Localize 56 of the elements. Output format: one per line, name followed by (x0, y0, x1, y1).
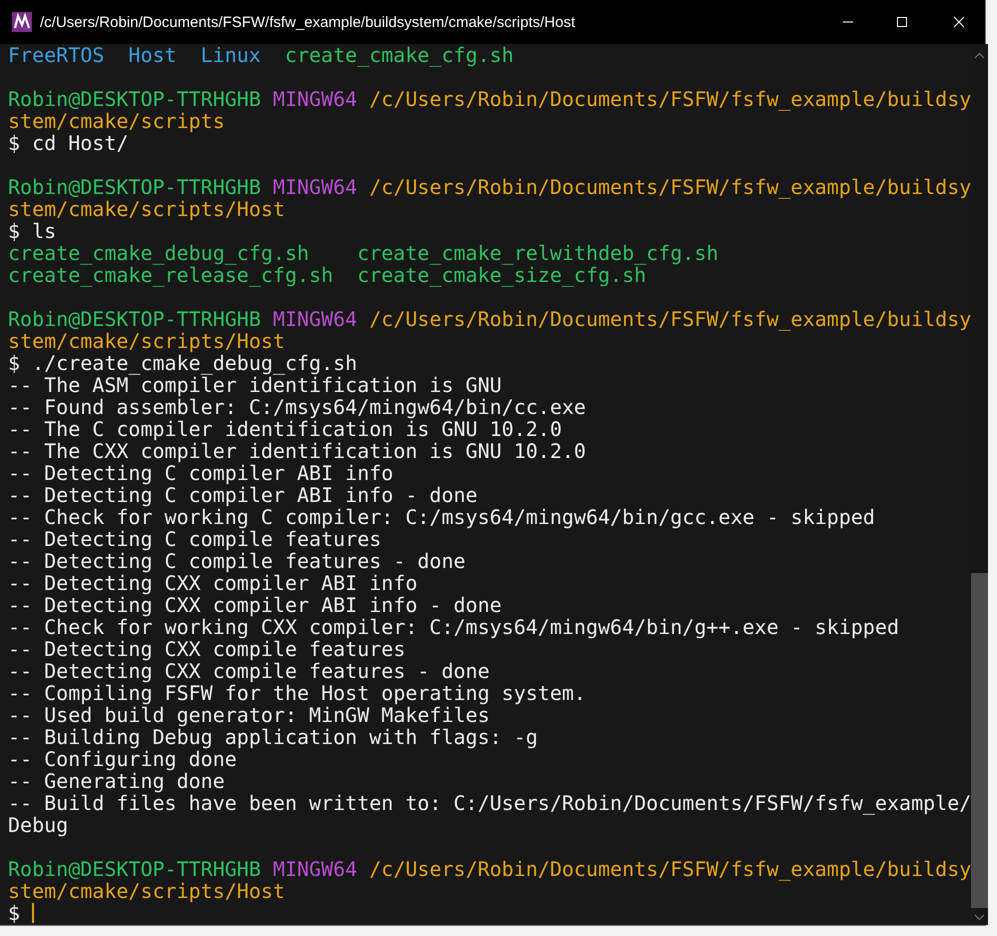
file-name: create_cmake_size_cfg.sh (357, 264, 646, 286)
terminal-text: -- Detecting C compiler ABI info - done (8, 484, 478, 506)
prompt-path: /c/Users/Robin/Documents/FSFW/fsfw_example/buildsy (369, 858, 972, 880)
prompt-user: Robin@DESKTOP-TTRHGHB (8, 88, 261, 110)
prompt-path: stem/cmake/scripts/Host (8, 198, 285, 220)
prompt-path: /c/Users/Robin/Documents/FSFW/fsfw_example/buildsy (369, 308, 972, 330)
terminal-text: -- Generating done (8, 770, 225, 792)
prompt-user: Robin@DESKTOP-TTRHGHB (8, 176, 261, 198)
scrollbar-thumb[interactable] (971, 573, 988, 908)
terminal-text: -- Detecting C compiler ABI info (8, 462, 394, 484)
terminal-text: -- Detecting CXX compiler ABI info - done (8, 594, 502, 616)
prompt-path: stem/cmake/scripts/Host (8, 880, 285, 902)
file-name: create_cmake_debug_cfg.sh (8, 242, 310, 264)
scroll-down-icon[interactable] (974, 914, 986, 921)
terminal-text: Debug (8, 814, 68, 836)
app-logo-icon (12, 12, 32, 32)
prompt-system: MINGW64 (272, 858, 358, 880)
terminal-text: -- The C compiler identification is GNU 10.2.0 (8, 418, 562, 440)
prompt-path: stem/cmake/scripts (8, 110, 225, 132)
prompt-user: Robin@DESKTOP-TTRHGHB (8, 858, 261, 880)
terminal-text: -- Check for working CXX compiler: C:/msys64/mingw64/bin/g++.exe - skipped (8, 616, 900, 638)
terminal-text: $ ./create_cmake_debug_cfg.sh (8, 352, 358, 374)
prompt-system: MINGW64 (272, 308, 358, 330)
prompt-path: /c/Users/Robin/Documents/FSFW/fsfw_example/buildsy (369, 88, 972, 110)
scroll-up-icon[interactable] (974, 52, 986, 59)
terminal-text: -- Detecting CXX compile features (8, 638, 406, 660)
terminal-text: -- Used build generator: MinGW Makefiles (8, 704, 490, 726)
terminal-text: -- Configuring done (8, 748, 237, 770)
prompt-user: Robin@DESKTOP-TTRHGHB (8, 308, 261, 330)
prompt-system: MINGW64 (272, 176, 358, 198)
terminal-text: -- The ASM compiler identification is GNU (8, 374, 502, 396)
terminal-text: -- Building Debug application with flags: -g (8, 726, 538, 748)
terminal-text: $ cd Host/ (8, 132, 128, 154)
terminal-text: -- Detecting C compile features (8, 528, 382, 550)
terminal-text: -- Detecting C compile features - done (8, 550, 466, 572)
terminal-text: -- Found assembler: C:/msys64/mingw64/bin/cc.exe (8, 396, 586, 418)
prompt-system: MINGW64 (272, 88, 358, 110)
prompt-path: /c/Users/Robin/Documents/FSFW/fsfw_example/buildsy (369, 176, 972, 198)
terminal-text: -- Detecting CXX compiler ABI info (8, 572, 418, 594)
terminal-text: -- The CXX compiler identification is GNU 10.2.0 (8, 440, 586, 462)
directory-name: FreeRTOS (8, 44, 104, 66)
prompt-path: stem/cmake/scripts/Host (8, 330, 285, 352)
terminal-text: $ ls (8, 220, 56, 242)
terminal-text: -- Compiling FSFW for the Host operating system. (8, 682, 586, 704)
window-title: /c/Users/Robin/Documents/FSFW/fsfw_example/buildsystem/cmake/scripts/Host (40, 14, 576, 30)
terminal-text: -- Detecting CXX compile features - done (8, 660, 490, 682)
file-name: create_cmake_cfg.sh (284, 44, 514, 66)
file-name: create_cmake_release_cfg.sh (8, 264, 334, 286)
terminal-text: -- Check for working C compiler: C:/msys64/mingw64/bin/gcc.exe - skipped (8, 506, 875, 528)
file-name: create_cmake_relwithdeb_cfg.sh (357, 242, 718, 264)
terminal-text: -- Build files have been written to: C:/Users/Robin/Documents/FSFW/fsfw_example/ (8, 792, 972, 814)
close-icon (953, 16, 965, 28)
terminal-text: $ (8, 902, 20, 924)
directory-name: Linux (200, 44, 261, 66)
directory-name: Host (128, 44, 177, 66)
maximize-icon (896, 16, 908, 28)
